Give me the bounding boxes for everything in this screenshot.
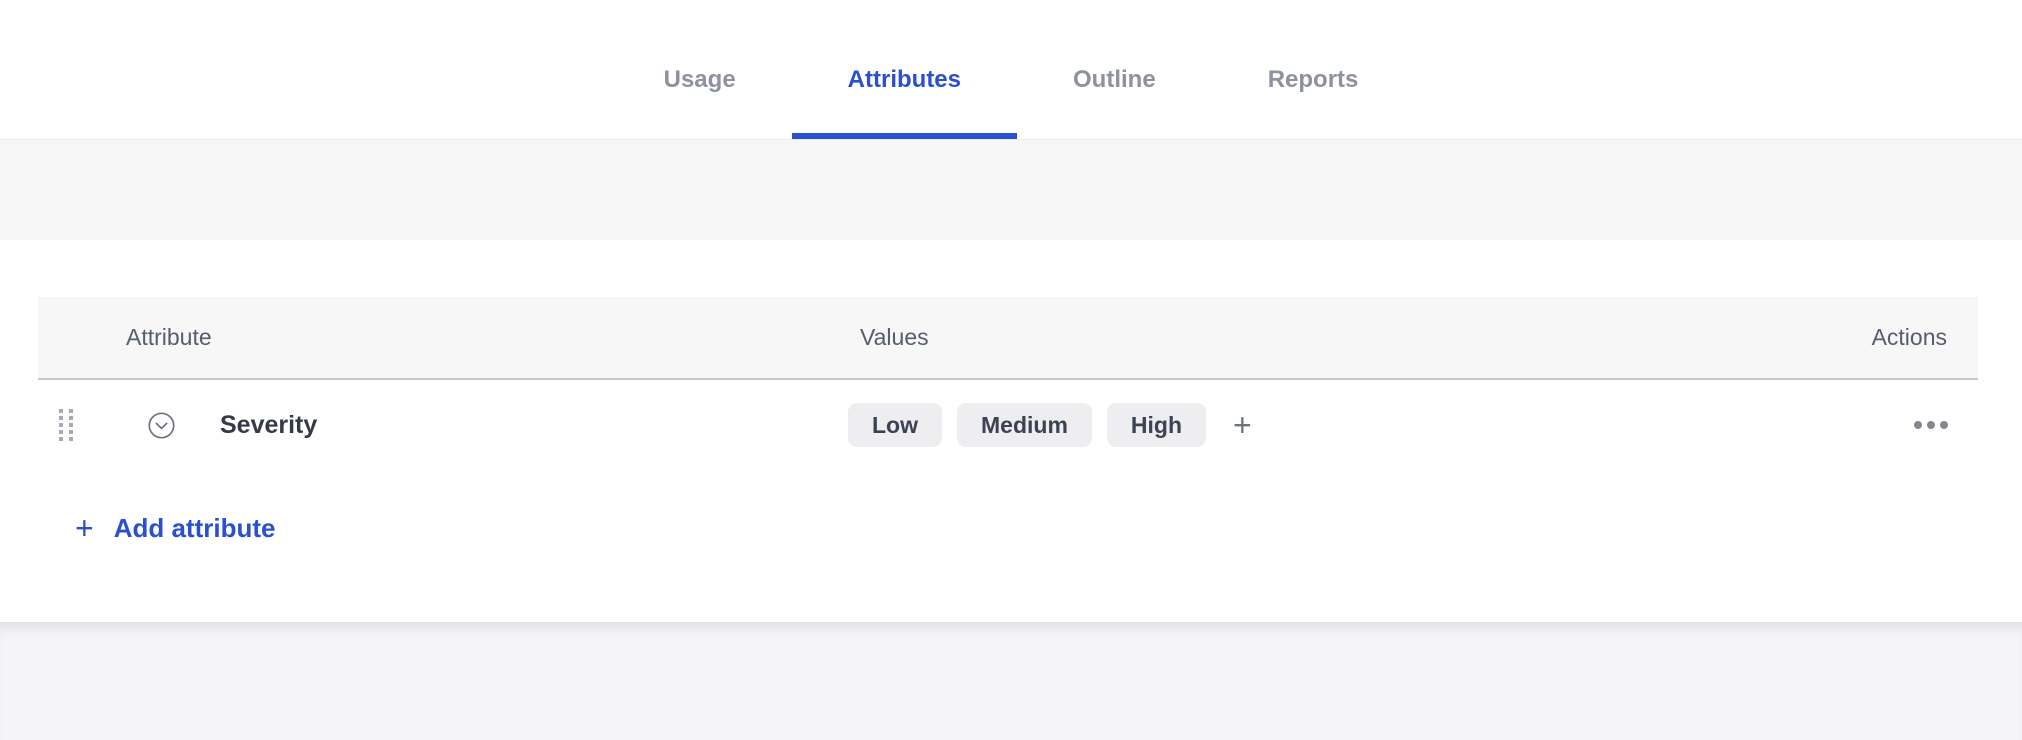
tab-bar: Usage Attributes Outline Reports — [0, 0, 2022, 139]
chevron-down-circle-icon[interactable] — [148, 411, 175, 439]
handle-cell — [38, 409, 94, 441]
tab-attributes[interactable]: Attributes — [791, 0, 1018, 139]
attributes-page: Usage Attributes Outline Reports Attribute … — [0, 0, 2022, 740]
tab-outline[interactable]: Outline — [1017, 0, 1212, 139]
drag-handle-icon[interactable] — [59, 409, 73, 441]
value-chip[interactable]: High — [1106, 403, 1206, 447]
tab-list: Usage Attributes Outline Reports — [608, 0, 1415, 139]
main-content: Attribute Values Actions Severity Low Medi… — [0, 240, 2022, 622]
actions-cell — [1912, 415, 1978, 435]
column-header-attribute: Attribute — [126, 324, 212, 350]
plus-icon: + — [75, 510, 94, 546]
table-row: Severity Low Medium High + — [38, 380, 1978, 470]
table-header-row: Attribute Values Actions — [38, 297, 1978, 380]
value-chip[interactable]: Low — [848, 403, 942, 447]
value-chip[interactable]: Medium — [957, 403, 1092, 447]
tab-usage[interactable]: Usage — [608, 0, 792, 139]
attribute-cell: Severity — [94, 411, 848, 440]
attributes-table: Attribute Values Actions Severity Low Medi… — [38, 297, 1978, 470]
attribute-name: Severity — [220, 410, 318, 439]
add-value-button[interactable]: + — [1229, 409, 1256, 441]
column-header-actions: Actions — [1871, 324, 1947, 350]
table-body: Severity Low Medium High + — [38, 380, 1978, 470]
toolbar-band — [0, 139, 2022, 240]
column-header-values: Values — [860, 324, 929, 350]
ellipsis-icon[interactable] — [1912, 415, 1950, 435]
tab-reports[interactable]: Reports — [1212, 0, 1415, 139]
add-attribute-label: Add attribute — [113, 512, 276, 543]
values-cell: Low Medium High + — [848, 403, 1848, 447]
add-attribute-button[interactable]: + Add attribute — [75, 512, 275, 544]
footer-band — [0, 622, 2022, 740]
